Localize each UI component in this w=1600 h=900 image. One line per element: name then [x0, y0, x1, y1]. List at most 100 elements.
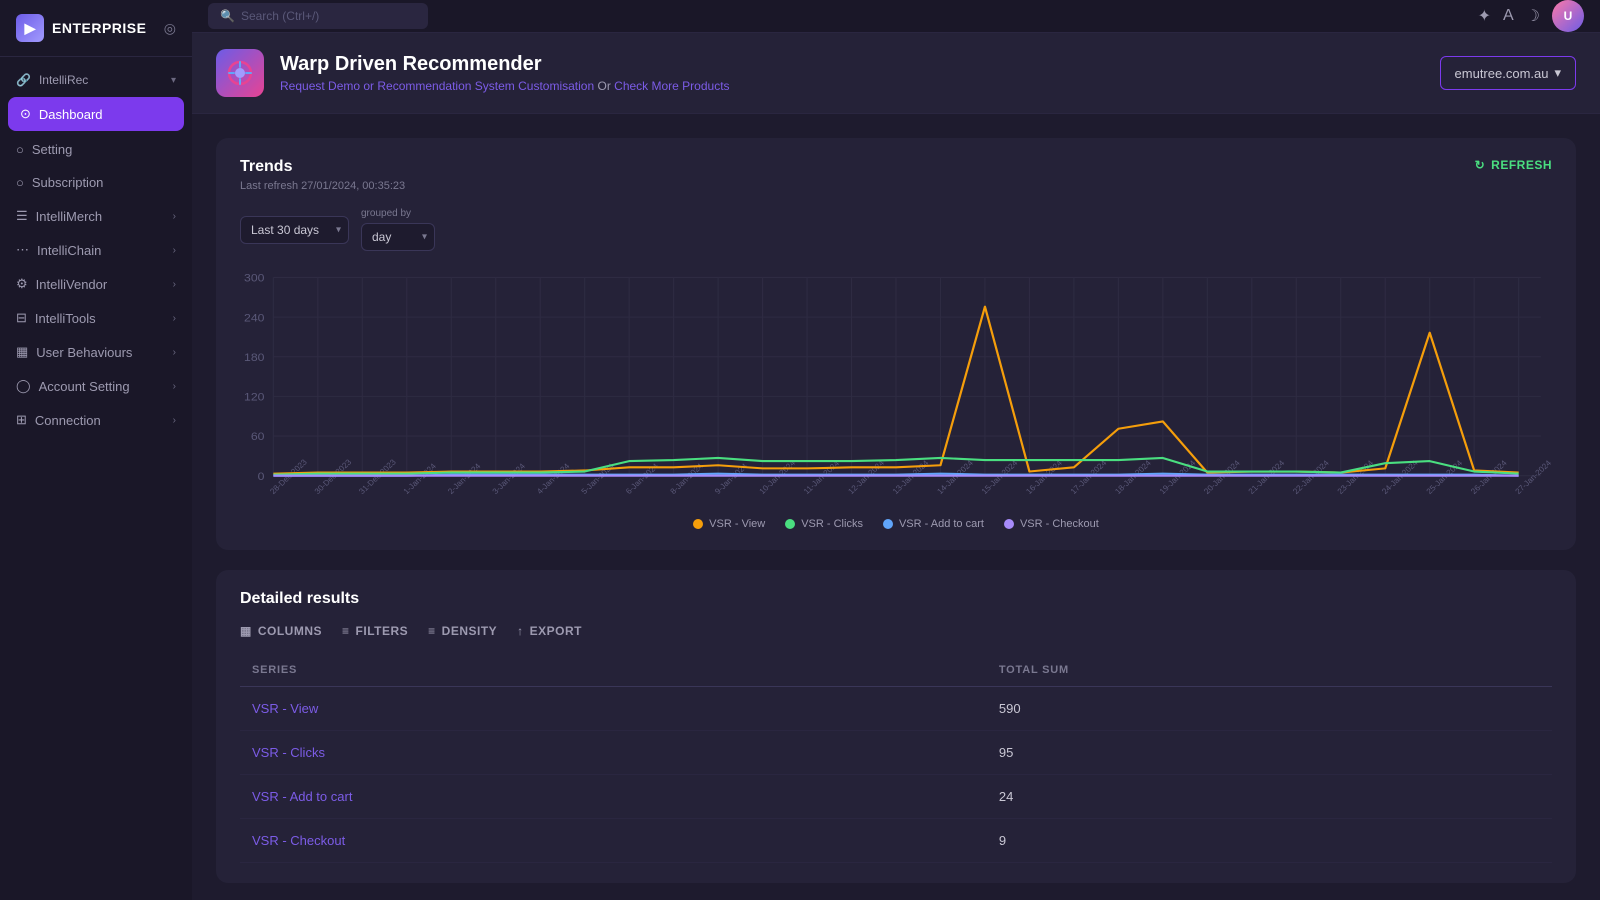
sidebar-item-label: Setting	[32, 142, 72, 157]
intellimerch-icon: ☰	[16, 208, 28, 224]
detailed-results-title: Detailed results	[240, 590, 1552, 608]
svg-text:300: 300	[244, 271, 265, 285]
chart-controls: Last 30 days Last 7 days Last 90 days gr…	[240, 208, 1552, 251]
cell-total-view: 590	[987, 687, 1552, 731]
table-row: VSR - Clicks 95	[240, 731, 1552, 775]
domain-label: emutree.com.au	[1455, 66, 1549, 81]
chevron-right-icon: ›	[173, 313, 176, 324]
columns-icon: ▦	[240, 624, 252, 638]
svg-text:23-Jan-2024: 23-Jan-2024	[1336, 458, 1376, 496]
translate-icon[interactable]: A	[1503, 7, 1514, 25]
chevron-down-icon: ▾	[171, 75, 176, 86]
svg-text:13-Jan-2024: 13-Jan-2024	[891, 458, 931, 496]
cell-total-addtocart: 24	[987, 775, 1552, 819]
sidebar-item-setting[interactable]: ○ Setting	[0, 133, 192, 166]
sidebar-item-connection[interactable]: ⊞ Connection ›	[0, 403, 192, 437]
detailed-results-card: Detailed results ▦ COLUMNS ≡ FILTERS ≡ D…	[216, 570, 1576, 883]
legend-label-view: VSR - View	[709, 518, 765, 530]
sidebar-item-label: IntelliMerch	[36, 209, 102, 224]
export-label: EXPORT	[530, 624, 582, 638]
plugin-icon	[216, 49, 264, 97]
sidebar-header: ▶ ENTERPRISE ◎	[0, 0, 192, 57]
sidebar-item-subscription[interactable]: ○ Subscription	[0, 166, 192, 199]
density-button[interactable]: ≡ DENSITY	[428, 624, 497, 638]
series-link-clicks[interactable]: VSR - Clicks	[252, 745, 325, 760]
content-area: Trends Last refresh 27/01/2024, 00:35:23…	[192, 114, 1600, 900]
svg-text:0: 0	[258, 469, 265, 483]
svg-text:18-Jan-2024: 18-Jan-2024	[1113, 458, 1153, 496]
table-body: VSR - View 590 VSR - Clicks 95 VSR - Add…	[240, 687, 1552, 863]
table-header-row: SERIES TOTAL SUM	[240, 654, 1552, 687]
filters-label: FILTERS	[356, 624, 409, 638]
series-link-addtocart[interactable]: VSR - Add to cart	[252, 789, 352, 804]
chart-legend: VSR - View VSR - Clicks VSR - Add to car…	[240, 518, 1552, 530]
topnav: 🔍 Search (Ctrl+/) ✦ A ☽ U	[192, 0, 1600, 33]
sidebar-group-intellirec[interactable]: 🔗 IntelliRec ▾	[0, 65, 192, 95]
table-row: VSR - Add to cart 24	[240, 775, 1552, 819]
intellirec-icon: 🔗	[16, 73, 31, 87]
sidebar-item-label: Account Setting	[39, 379, 130, 394]
chevron-right-icon: ›	[173, 381, 176, 392]
sidebar-item-intellichain[interactable]: ⋯ IntelliChain ›	[0, 233, 192, 267]
moon-icon[interactable]: ☽	[1526, 6, 1540, 26]
export-icon: ↑	[517, 624, 524, 638]
date-range-select[interactable]: Last 30 days Last 7 days Last 90 days	[240, 216, 349, 244]
products-link[interactable]: Check More Products	[614, 79, 729, 93]
series-link-checkout[interactable]: VSR - Checkout	[252, 833, 345, 848]
sidebar-item-label: User Behaviours	[36, 345, 132, 360]
svg-text:10-Jan-2024: 10-Jan-2024	[757, 458, 797, 496]
columns-button[interactable]: ▦ COLUMNS	[240, 624, 322, 638]
cell-series-view: VSR - View	[240, 687, 987, 731]
columns-label: COLUMNS	[258, 624, 322, 638]
svg-text:180: 180	[244, 350, 265, 364]
demo-link[interactable]: Request Demo or Recommendation System Cu…	[280, 79, 594, 93]
account-setting-icon: ◯	[16, 378, 31, 394]
location-icon[interactable]: ◎	[164, 20, 176, 37]
sidebar-group-label: IntelliRec	[39, 73, 88, 87]
main-area: 🔍 Search (Ctrl+/) ✦ A ☽ U Warp Driven Re…	[192, 0, 1600, 900]
setting-icon: ○	[16, 142, 24, 157]
sidebar-nav: 🔗 IntelliRec ▾ ⊙ Dashboard ○ Setting ○ S…	[0, 57, 192, 445]
refresh-label: REFRESH	[1491, 158, 1552, 172]
trends-chart: 300 240 180 120 60 0 28-Dec-2023 30-Dec-…	[240, 267, 1552, 507]
sidebar-item-dashboard[interactable]: ⊙ Dashboard	[8, 97, 184, 131]
series-link-view[interactable]: VSR - View	[252, 701, 318, 716]
cell-total-clicks: 95	[987, 731, 1552, 775]
sidebar-item-intellivendor[interactable]: ⚙ IntelliVendor ›	[0, 267, 192, 301]
svg-text:120: 120	[244, 390, 265, 404]
avatar[interactable]: U	[1552, 0, 1584, 32]
user-behaviours-icon: ▦	[16, 344, 28, 360]
cell-total-checkout: 9	[987, 819, 1552, 863]
legend-dot-checkout	[1004, 519, 1014, 529]
search-box[interactable]: 🔍 Search (Ctrl+/)	[208, 3, 428, 29]
trends-card-header: Trends Last refresh 27/01/2024, 00:35:23…	[240, 158, 1552, 208]
svg-text:20-Jan-2024: 20-Jan-2024	[1202, 458, 1242, 496]
grouped-by-label: grouped by	[361, 208, 435, 219]
chevron-right-icon: ›	[173, 347, 176, 358]
svg-text:27-Jan-2024: 27-Jan-2024	[1514, 458, 1554, 496]
legend-dot-view	[693, 519, 703, 529]
sidebar-item-label: Connection	[35, 413, 101, 428]
export-button[interactable]: ↑ EXPORT	[517, 624, 582, 638]
chevron-right-icon: ›	[173, 279, 176, 290]
search-placeholder: Search (Ctrl+/)	[241, 9, 319, 23]
legend-dot-addtocart	[883, 519, 893, 529]
svg-text:240: 240	[244, 311, 265, 325]
plugin-info: Warp Driven Recommender Request Demo or …	[280, 53, 730, 93]
svg-text:60: 60	[251, 430, 265, 444]
refresh-button[interactable]: ↻ REFRESH	[1475, 158, 1552, 172]
svg-text:16-Jan-2024: 16-Jan-2024	[1024, 458, 1064, 496]
cell-series-clicks: VSR - Clicks	[240, 731, 987, 775]
filters-button[interactable]: ≡ FILTERS	[342, 624, 408, 638]
density-icon: ≡	[428, 624, 436, 638]
sidebar-item-intellitools[interactable]: ⊟ IntelliTools ›	[0, 301, 192, 335]
sidebar-item-label: Dashboard	[39, 107, 103, 122]
sparkle-icon[interactable]: ✦	[1478, 6, 1491, 26]
grouped-by-select[interactable]: day week month	[361, 223, 435, 251]
sidebar-item-intellimerch[interactable]: ☰ IntelliMerch ›	[0, 199, 192, 233]
date-range-group: Last 30 days Last 7 days Last 90 days	[240, 216, 349, 244]
sidebar-item-account-setting[interactable]: ◯ Account Setting ›	[0, 369, 192, 403]
sidebar: ▶ ENTERPRISE ◎ 🔗 IntelliRec ▾ ⊙ Dashboar…	[0, 0, 192, 900]
sidebar-item-user-behaviours[interactable]: ▦ User Behaviours ›	[0, 335, 192, 369]
domain-button[interactable]: emutree.com.au ▾	[1440, 56, 1576, 90]
